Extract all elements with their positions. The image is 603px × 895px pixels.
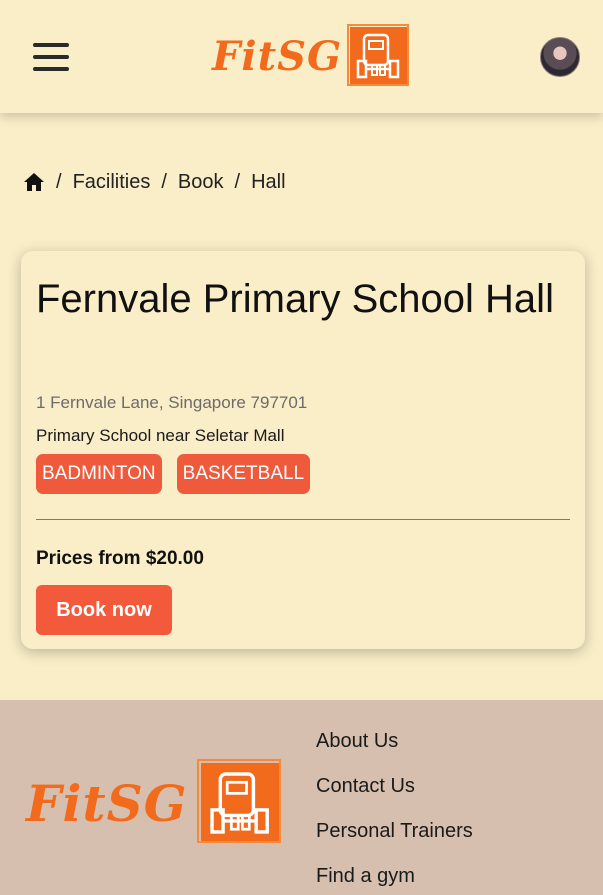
footer-link-contact-us[interactable]: Contact Us <box>316 773 473 799</box>
price-text: Prices from $20.00 <box>36 548 204 569</box>
footer-logo[interactable]: FitSG <box>26 759 282 843</box>
tag-basketball: BASKETBALL <box>176 454 311 494</box>
card-divider <box>36 519 570 520</box>
top-header: FitSG <box>0 0 603 113</box>
book-now-button[interactable]: Book now <box>36 585 172 635</box>
facility-title: Fernvale Primary School Hall <box>36 277 554 321</box>
breadcrumb-separator: / <box>161 170 167 193</box>
sport-tags: BADMINTON BASKETBALL <box>36 454 311 494</box>
dumbbell-logo-icon <box>347 24 410 86</box>
breadcrumb-book[interactable]: Book <box>178 171 224 194</box>
breadcrumb: / Facilities / Book / Hall <box>23 167 286 197</box>
breadcrumb-separator: / <box>234 170 241 193</box>
footer-link-about-us[interactable]: About Us <box>316 728 473 754</box>
logo-text: FitSG <box>212 32 343 80</box>
footer-link-personal-trainers[interactable]: Personal Trainers <box>316 818 473 844</box>
tag-badminton: BADMINTON <box>36 454 162 494</box>
breadcrumb-facilities[interactable]: Facilities <box>73 171 151 194</box>
header-logo[interactable]: FitSG <box>212 24 410 87</box>
facility-address: 1 Fernvale Lane, Singapore 797701 <box>36 393 308 412</box>
facility-card: Fernvale Primary School Hall 1 Fernvale … <box>21 251 585 649</box>
footer: FitSG About Us Contact Us Personal Train… <box>0 700 603 895</box>
hamburger-menu-icon[interactable] <box>33 43 69 71</box>
user-avatar[interactable] <box>540 37 580 77</box>
breadcrumb-separator: / <box>56 170 62 193</box>
dumbbell-logo-icon <box>197 759 282 843</box>
footer-logo-text: FitSG <box>26 773 188 833</box>
facility-description: Primary School near Seletar Mall <box>36 426 285 445</box>
home-icon[interactable] <box>23 172 45 192</box>
footer-link-find-a-gym[interactable]: Find a gym <box>316 863 473 889</box>
breadcrumb-hall: Hall <box>251 170 286 193</box>
footer-links: About Us Contact Us Personal Trainers Fi… <box>316 728 473 889</box>
